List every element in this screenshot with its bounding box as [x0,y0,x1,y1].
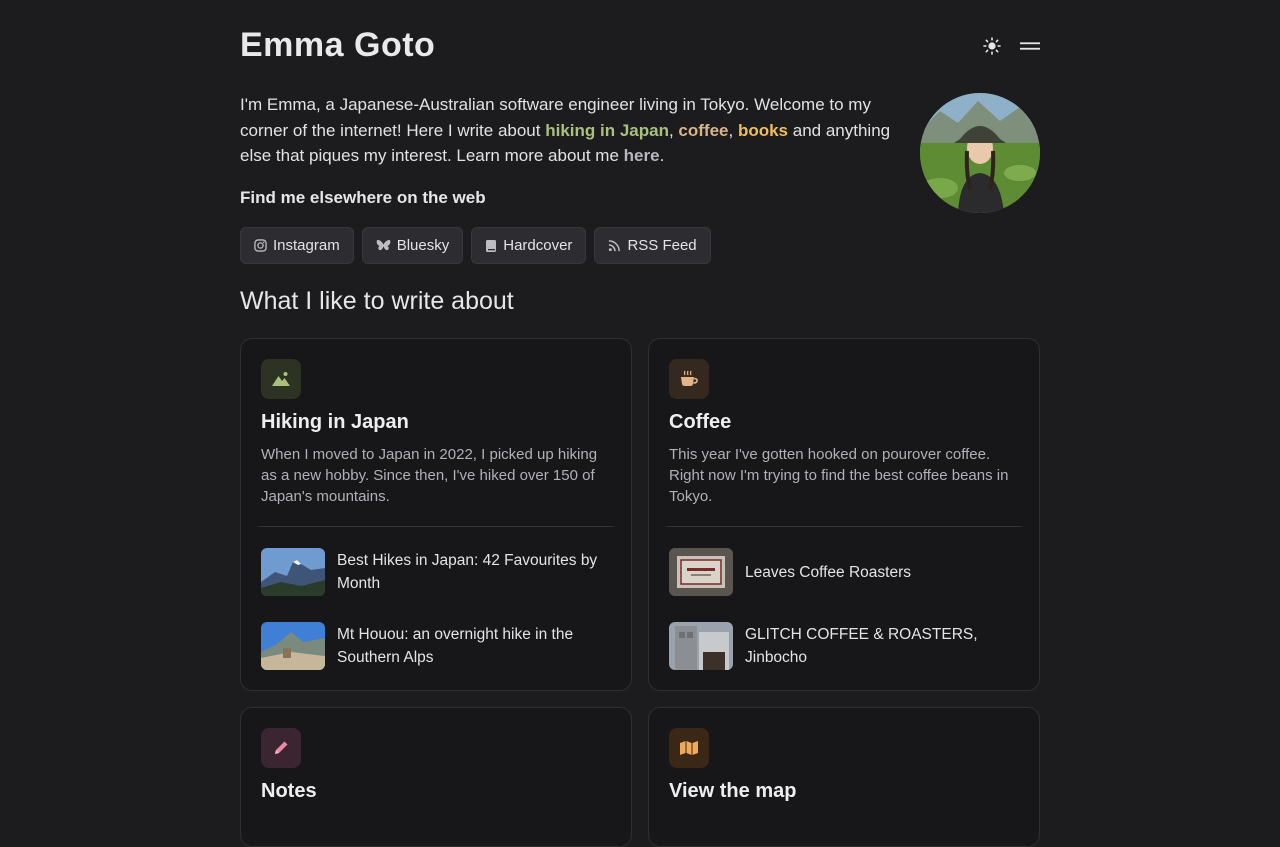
coffee-link[interactable]: coffee [678,121,728,140]
divider [666,526,1022,527]
map-icon [669,728,709,768]
mountain-icon [261,359,301,399]
post-title[interactable]: Mt Houou: an overnight hike in the South… [337,623,611,669]
topic-card-hiking[interactable]: Hiking in Japan When I moved to Japan in… [240,338,632,691]
header-actions [982,37,1040,55]
pencil-icon [261,728,301,768]
intro-separator: , [728,120,738,140]
menu-icon[interactable] [1020,37,1040,55]
post-title[interactable]: Leaves Coffee Roasters [745,561,911,584]
post-title[interactable]: Best Hikes in Japan: 42 Favourites by Mo… [337,549,611,595]
card-description: When I moved to Japan in 2022, I picked … [261,446,598,505]
hardcover-button[interactable]: Hardcover [471,227,587,264]
sun-icon[interactable] [982,37,1002,55]
post-link[interactable]: Best Hikes in Japan: 42 Favourites by Mo… [261,548,611,596]
post-thumbnail [669,622,733,670]
page-container: Emma Goto I'm Emma, a Japanese-Australia… [240,0,1040,847]
instagram-label: Instagram [273,237,340,254]
site-title[interactable]: Emma Goto [240,26,435,65]
card-title[interactable]: Hiking in Japan [261,411,409,434]
books-link[interactable]: books [738,121,788,140]
post-link[interactable]: Mt Houou: an overnight hike in the South… [261,622,611,670]
elsewhere-title: Find me elsewhere on the web [240,188,486,207]
bluesky-button[interactable]: Bluesky [361,227,464,264]
topic-card-map[interactable]: View the map [648,707,1040,847]
rss-icon [609,240,621,252]
topic-card-notes[interactable]: Notes [240,707,632,847]
rss-button[interactable]: RSS Feed [594,227,711,264]
card-description: This year I've gotten hooked on pourover… [669,446,1009,505]
topic-card-coffee[interactable]: Coffee This year I've gotten hooked on p… [648,338,1040,691]
post-title[interactable]: GLITCH COFFEE & ROASTERS, Jinbocho [745,623,1019,669]
card-title[interactable]: Coffee [669,411,731,434]
about-link[interactable]: here [624,146,660,165]
hiking-link[interactable]: hiking in Japan [545,121,669,140]
book-icon [486,239,497,252]
social-links: Instagram Bluesky Hardcover RSS Feed [240,227,711,264]
divider [258,526,614,527]
butterfly-icon [376,239,391,251]
instagram-icon [254,239,267,252]
post-thumbnail [669,548,733,596]
coffee-cup-icon [669,359,709,399]
rss-label: RSS Feed [627,237,697,254]
avatar [920,93,1040,213]
intro-paragraph: I'm Emma, a Japanese-Australian software… [240,92,910,169]
post-link[interactable]: Leaves Coffee Roasters [669,548,1019,596]
post-link[interactable]: GLITCH COFFEE & ROASTERS, Jinbocho [669,622,1019,670]
section-title: What I like to write about [240,287,514,315]
intro-separator: , [668,120,679,140]
post-thumbnail [261,622,325,670]
instagram-button[interactable]: Instagram [240,227,354,264]
hardcover-label: Hardcover [503,237,573,254]
bluesky-label: Bluesky [396,237,450,254]
post-thumbnail [261,548,325,596]
intro-text: . [659,146,665,165]
